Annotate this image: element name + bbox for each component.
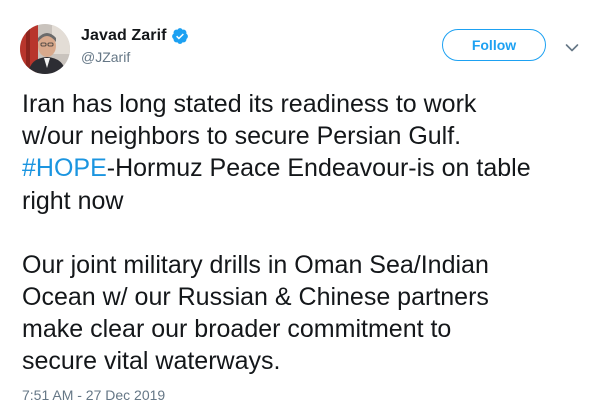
author-handle[interactable]: @JZarif	[81, 49, 130, 65]
tweet-line: Ocean w/ our Russian & Chinese partners	[22, 283, 489, 312]
hashtag-link[interactable]: #HOPE	[22, 154, 107, 182]
display-name[interactable]: Javad Zarif	[81, 27, 167, 45]
tweet-line: Iran has long stated its readiness to wo…	[22, 90, 477, 118]
tweet-line: make clear our broader commitment to	[22, 315, 452, 344]
avatar[interactable]	[20, 24, 70, 74]
tweet-line: right now	[22, 186, 124, 215]
chevron-down-icon[interactable]	[565, 40, 579, 52]
tweet-line: #HOPE-Hormuz Peace Endeavour-is on table	[22, 152, 592, 184]
profile-photo-icon	[20, 24, 70, 74]
tweet-line: secure vital waterways.	[22, 347, 281, 376]
tweet-text: Iran has long stated its readiness to wo…	[22, 88, 592, 378]
follow-button[interactable]: Follow	[442, 29, 546, 61]
tweet-line-rest: -Hormuz Peace Endeavour-is on table	[106, 154, 531, 183]
tweet-line: Our joint military drills in Oman Sea/In…	[22, 250, 489, 279]
tweet-card: Javad Zarif @JZarif Follow Iran has long…	[0, 0, 606, 410]
author-name-row[interactable]: Javad Zarif	[81, 26, 189, 46]
verified-badge-icon	[171, 27, 189, 45]
timestamp[interactable]: 7:51 AM - 27 Dec 2019	[22, 387, 165, 403]
tweet-line: w/our neighbors to secure Persian Gulf.	[22, 122, 462, 151]
